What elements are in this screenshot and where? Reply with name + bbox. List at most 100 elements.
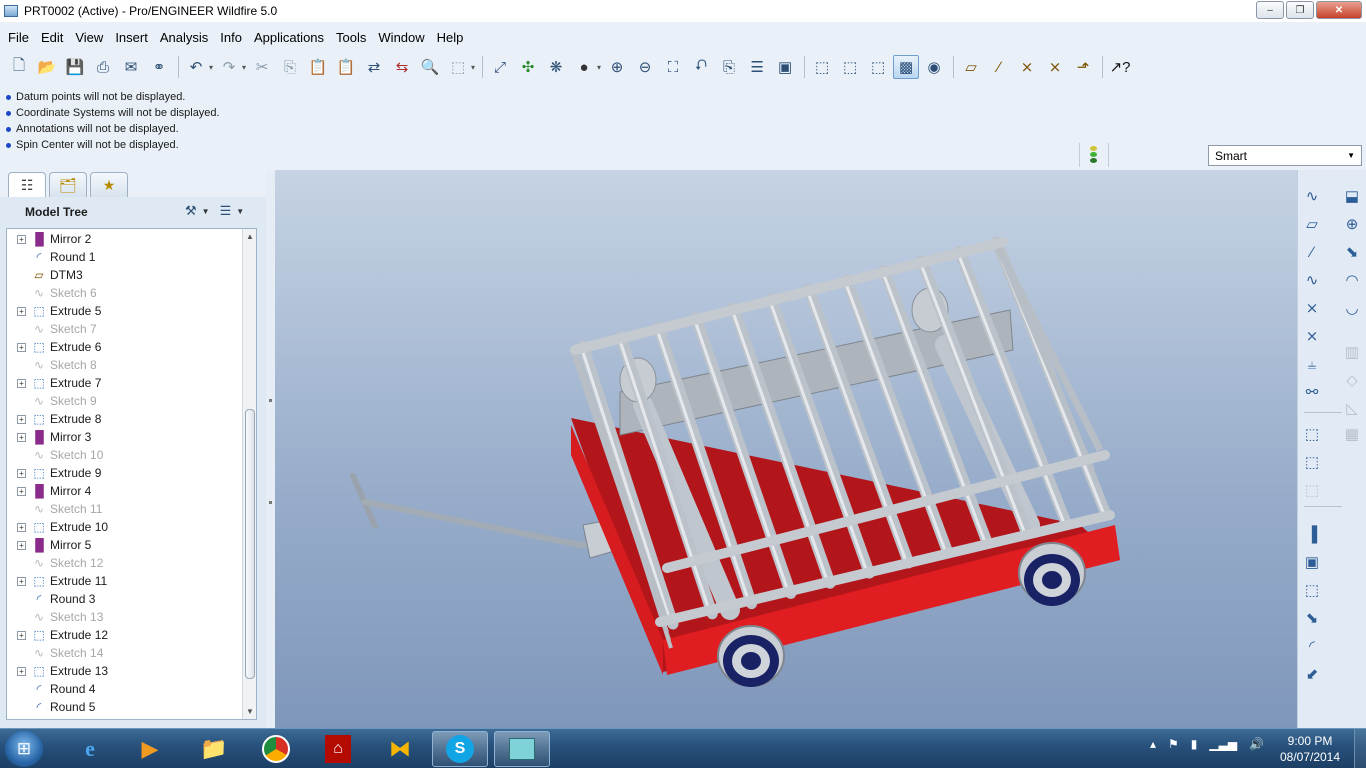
pro-engineer-launcher-icon[interactable]: ⧓ [372, 731, 428, 767]
maximize-button[interactable]: ❐ [1286, 1, 1314, 19]
new-file-icon[interactable]: 🗋 [6, 55, 32, 79]
orient-mode-icon[interactable]: ❋ [543, 55, 569, 79]
send-link-icon[interactable]: ⚭ [146, 55, 172, 79]
shading-icon[interactable]: ▩ [893, 55, 920, 79]
tree-item[interactable]: ∿ Sketch 13 [7, 608, 256, 626]
expand-icon[interactable]: + [17, 666, 26, 676]
context-help-icon[interactable]: ↗? [1107, 55, 1133, 79]
spin-center-icon[interactable]: ✣ [515, 55, 541, 79]
media-player-icon[interactable]: ▶ [122, 731, 178, 767]
battery-icon[interactable]: ▮ [1191, 737, 1198, 751]
tree-scrollbar[interactable]: ▲ ▼ [242, 229, 256, 719]
pro-engineer-task-icon[interactable] [494, 731, 550, 767]
shell-icon[interactable]: ◇ [1340, 368, 1364, 392]
coordinate-systems-icon[interactable]: ⨯ [1042, 55, 1068, 79]
csys-icon[interactable]: ⨯ [1300, 324, 1324, 348]
graphics-window[interactable] [275, 170, 1297, 728]
copy-feature-icon[interactable]: ⬚ [1300, 422, 1324, 446]
tree-item[interactable]: ∿ Sketch 8 [7, 356, 256, 374]
file-explorer-icon[interactable]: 📁 [186, 731, 242, 767]
redo-icon[interactable]: ↷ [216, 55, 242, 79]
offset-tool-icon[interactable]: ▣ [1300, 550, 1324, 574]
datum-plane-tool-icon[interactable]: ⬓ [1340, 184, 1364, 208]
scroll-thumb[interactable] [245, 409, 255, 679]
menu-info[interactable]: Info [214, 27, 248, 49]
cut-icon[interactable]: ✂ [249, 55, 275, 79]
expand-icon[interactable]: + [17, 432, 26, 442]
point-icon[interactable]: ⨯ [1300, 296, 1324, 320]
datum-axes-icon[interactable]: ∕ [986, 55, 1012, 79]
paste-feature-icon[interactable]: ⬚ [1300, 450, 1324, 474]
print-icon[interactable]: ⎙ [90, 55, 116, 79]
chevron-down-icon[interactable]: ▼ [236, 207, 244, 216]
settings-tools-icon[interactable]: ⚒ [185, 203, 197, 219]
menu-applications[interactable]: Applications [248, 27, 330, 49]
expand-icon[interactable]: + [17, 306, 26, 316]
zoom-out-icon[interactable]: ⊖ [632, 55, 658, 79]
tree-item[interactable]: ◜ Round 3 [7, 590, 256, 608]
find-icon[interactable]: 🔍 [417, 55, 443, 79]
tree-item[interactable]: ∿ Sketch 12 [7, 554, 256, 572]
menu-analysis[interactable]: Analysis [154, 27, 214, 49]
send-mail-icon[interactable]: ✉ [118, 55, 144, 79]
saved-views-icon[interactable]: ⎘ [716, 55, 742, 79]
tree-item[interactable]: ∿ Sketch 9 [7, 392, 256, 410]
tree-item[interactable]: ∿ Sketch 6 [7, 284, 256, 302]
revolve-icon[interactable]: ⊕ [1340, 212, 1364, 236]
paste-special-icon[interactable]: 📋 [333, 55, 359, 79]
tree-item[interactable]: + ⬚ Extrude 11 [7, 572, 256, 590]
sweep-icon[interactable]: ⬊ [1340, 240, 1364, 264]
tab-folder-browser[interactable]: 🗂 [49, 172, 87, 198]
menu-help[interactable]: Help [431, 27, 470, 49]
select-dropdown-icon[interactable]: ▾ [471, 63, 475, 72]
pattern-icon[interactable]: ▦ [1340, 422, 1364, 446]
tree-item[interactable]: + ⬚ Extrude 12 [7, 626, 256, 644]
tree-item[interactable]: + ▐▌ Mirror 5 [7, 536, 256, 554]
expand-icon[interactable]: + [17, 486, 26, 496]
no-hidden-icon[interactable]: ⬚ [865, 55, 891, 79]
close-button[interactable]: ✕ [1316, 1, 1362, 19]
annotations-icon[interactable]: ⬏ [1070, 55, 1096, 79]
hole-icon[interactable]: ▥ [1340, 340, 1364, 364]
panel-splitter[interactable] [266, 170, 275, 728]
undo-icon[interactable]: ↶ [183, 55, 209, 79]
menu-view[interactable]: View [69, 27, 109, 49]
network-icon[interactable]: ▁▃▅ [1209, 737, 1237, 751]
tree-item[interactable]: ∿ Sketch 11 [7, 500, 256, 518]
curve-icon[interactable]: ∿ [1300, 268, 1324, 292]
tree-item[interactable]: ∿ Sketch 10 [7, 446, 256, 464]
menu-tools[interactable]: Tools [330, 27, 372, 49]
tree-item[interactable]: ◜ Round 1 [7, 248, 256, 266]
tree-item[interactable]: + ⬚ Extrude 7 [7, 374, 256, 392]
expand-icon[interactable]: + [17, 414, 26, 424]
minimize-button[interactable]: – [1256, 1, 1284, 19]
appearance-dropdown-icon[interactable]: ▾ [597, 63, 601, 72]
menu-file[interactable]: File [2, 27, 35, 49]
skype-icon[interactable]: S [432, 731, 488, 767]
datum-points-icon[interactable]: ⨯ [1014, 55, 1040, 79]
draft-tool-icon[interactable]: ⬊ [1300, 606, 1324, 630]
expand-icon[interactable]: + [17, 540, 26, 550]
regen-manager-icon[interactable]: ⇆ [389, 55, 415, 79]
axis-icon[interactable]: ∕ [1300, 240, 1324, 264]
tree-item[interactable]: + ▐▌ Mirror 2 [7, 230, 256, 248]
tree-item[interactable]: ∿ Sketch 7 [7, 320, 256, 338]
extrude-tool-icon[interactable]: ⬚ [1300, 578, 1324, 602]
reorient-icon[interactable]: ⮏ [688, 55, 714, 79]
analysis-feature-icon[interactable]: ⫨ [1300, 352, 1324, 376]
expand-icon[interactable]: + [17, 468, 26, 478]
menu-insert[interactable]: Insert [109, 27, 154, 49]
chamfer-tool-icon[interactable]: ⬋ [1300, 662, 1324, 686]
menu-edit[interactable]: Edit [35, 27, 69, 49]
tree-item[interactable]: + ⬚ Extrude 6 [7, 338, 256, 356]
save-icon[interactable]: 💾 [62, 55, 88, 79]
tree-item[interactable]: ▱ DTM3 [7, 266, 256, 284]
constraint-icon[interactable]: ⚯ [1300, 380, 1324, 404]
system-clock[interactable]: 9:00 PM 08/07/2014 [1270, 733, 1350, 765]
menu-window[interactable]: Window [372, 27, 430, 49]
show-options-icon[interactable]: ☰ [220, 203, 232, 219]
expand-icon[interactable]: + [17, 576, 26, 586]
enhanced-realism-icon[interactable]: ◉ [921, 55, 947, 79]
show-hidden-icons-icon[interactable]: ▴ [1150, 737, 1156, 751]
expand-icon[interactable]: + [17, 522, 26, 532]
